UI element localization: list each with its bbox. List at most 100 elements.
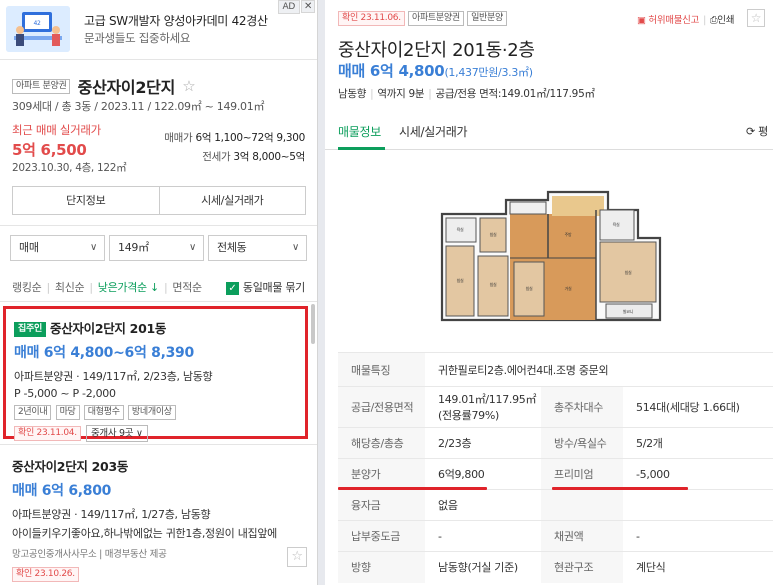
row-key: 총주차대수 — [541, 386, 623, 428]
sale-price-range: 매매가 6억 1,100~72억 9,300 — [164, 130, 305, 145]
listing-note: 아이들키우기좋아요,하나밖에없는 귀한1층,정원이 내집앞에 — [12, 527, 277, 540]
chevron-down-icon: ∨ — [291, 242, 299, 253]
svg-text:발코니: 발코니 — [623, 308, 634, 314]
row-key: 해당층/총층 — [338, 427, 425, 459]
favorite-star-icon[interactable]: ☆ — [747, 9, 765, 27]
trade-type-select[interactable]: 매매 ∨ — [10, 235, 105, 261]
listing-desc: 아파트분양권 · 149/117㎡, 2/23층, 남동향 — [14, 370, 213, 383]
ad-subtitle[interactable]: 문과생들도 집중하세요 — [84, 30, 190, 46]
broker-count-dropdown[interactable]: 중개사 9곳 ∨ — [85, 425, 148, 442]
table-row: 방향 남동향(거실 기준) 현관구조 계단식 — [338, 551, 773, 583]
table-row: 공급/전용면적 149.01㎡/117.95㎡(전용률79%) 총주차대수 514대(… — [338, 386, 773, 428]
print-button[interactable]: 인쇄 — [717, 15, 734, 26]
complex-price-button[interactable]: 시세/실거래가 — [158, 187, 306, 214]
complex-info: 309세대 / 총 3동 / 2023.11 / 122.09㎡ ~ 149.0… — [12, 100, 265, 113]
jeonse-range-label: 전세가 — [202, 151, 231, 163]
row-value: 149.01㎡/117.95㎡(전용률79%) — [425, 386, 541, 428]
same-listing-toggle[interactable]: ✓ 동일매물 묶기 — [225, 279, 305, 295]
svg-text:침실: 침실 — [457, 277, 464, 283]
area-unit-toggle[interactable]: ⟳ 평 — [746, 123, 768, 139]
complex-name[interactable]: 중산자이2단지 — [78, 78, 176, 97]
row-key: 융자금 — [338, 489, 425, 521]
highlight-underline — [338, 487, 487, 490]
listing-tags: 2년이내 마당 대형평수 방네개이상 — [14, 405, 297, 420]
listing-tag: 2년이내 — [14, 405, 52, 420]
type-tag: 아파트분양권 — [407, 11, 464, 26]
table-row: 매물특징 귀한필로티2층.에어컨4대.조명 중문외 — [338, 352, 773, 387]
complex-button-row: 단지정보 시세/실거래가 — [12, 186, 306, 215]
recent-trade-price: 5억 6,500 — [12, 141, 87, 159]
sort-area[interactable]: 면적순 — [172, 281, 202, 294]
table-row: 납부중도금 - 채권액 - — [338, 520, 773, 552]
table-row: 융자금 없음 — [338, 489, 773, 521]
sort-low-price[interactable]: 낮은가격순 ↓ — [98, 281, 160, 294]
sort-ranking[interactable]: 랭킹순 — [12, 281, 42, 294]
listing-desc: 아파트분양권 · 149/117㎡, 1/27층, 남동향 — [12, 508, 211, 521]
report-button[interactable]: 허위매물신고 — [648, 15, 699, 26]
row-value: -5,000 — [623, 458, 773, 490]
ad-image: 42 — [6, 6, 70, 52]
report-icon[interactable]: ▣ — [637, 15, 646, 26]
detail-info: 남동향 | 역까지 9분 | 공급/전용 면적:149.01㎡/117.95㎡ — [338, 88, 595, 100]
tab-listing-info[interactable]: 매물정보 — [338, 123, 381, 140]
detail-actions: ▣ 허위매물신고 | ⎙인쇄 — [637, 15, 735, 26]
refresh-icon: ⟳ — [746, 125, 755, 138]
detail-price-row: 매매 6억 4,800(1,437만원/3.3㎡) — [338, 60, 533, 81]
confirm-date-badge: 확인 23.11.04. — [14, 426, 81, 441]
row-key: 프리미엄 — [541, 458, 623, 490]
tab-price-history[interactable]: 시세/실거래가 — [399, 123, 467, 140]
row-key: 현관구조 — [541, 551, 623, 583]
svg-text:주방: 주방 — [565, 231, 572, 237]
broker-count-label: 중개사 9곳 — [90, 428, 134, 439]
sale-range-value: 6억 1,100~72억 9,300 — [195, 132, 305, 144]
area-select[interactable]: 149㎡ ∨ — [109, 235, 204, 261]
svg-text:욕실: 욕실 — [457, 226, 464, 232]
listing-tag: 마당 — [55, 405, 80, 420]
row-value: 5/2개 — [623, 427, 773, 459]
svg-text:거실: 거실 — [565, 285, 572, 291]
detail-price: 매매 6억 4,800 — [338, 62, 445, 80]
complex-header: 아파트 분양권 중산자이2단지 ☆ — [12, 74, 196, 98]
row-value: 514대(세대당 1.66대) — [623, 386, 773, 428]
ad-badge: AD — [277, 0, 300, 14]
sale-range-label: 매매가 — [164, 132, 193, 144]
scrollbar-thumb[interactable] — [311, 304, 315, 344]
dong-select[interactable]: 전체동 ∨ — [208, 235, 307, 261]
row-key — [541, 489, 623, 521]
complex-info-button[interactable]: 단지정보 — [13, 187, 159, 214]
row-key: 매물특징 — [338, 352, 425, 387]
floor-plan-image[interactable]: 침실 침실 침실 침실 침실 거실 주방 욕실 욕실 발코니 — [438, 186, 664, 326]
row-key: 납부중도금 — [338, 520, 425, 552]
svg-text:침실: 침실 — [490, 231, 497, 237]
confirm-date-badge: 확인 23.11.06. — [338, 11, 405, 26]
checkbox-checked-icon[interactable]: ✓ — [225, 281, 239, 295]
row-value: 계단식 — [623, 551, 773, 583]
row-value: 귀한필로티2층.에어컨4대.조명 중문외 — [425, 352, 773, 387]
ad-title[interactable]: 고급 SW개발자 양성아카데미 42경산 — [84, 12, 268, 29]
divider — [0, 301, 317, 302]
station-distance: 역까지 9분 — [377, 88, 425, 100]
listing-card[interactable]: 중산자이2단지 203동 매매 6억 6,800 아파트분양권 · 149/11… — [12, 456, 308, 582]
chevron-down-icon: ∨ — [135, 428, 143, 439]
row-value: 남동향(거실 기준) — [425, 551, 541, 583]
owner-badge: 집주인 — [14, 322, 46, 337]
row-key: 분양가 — [338, 458, 425, 490]
favorite-star-icon[interactable]: ☆ — [287, 547, 307, 567]
divider — [0, 225, 317, 226]
ad-close-icon[interactable]: ✕ — [301, 0, 315, 13]
left-panel: 42 고급 SW개발자 양성아카데미 42경산 문과생들도 집중하세요 AD ✕… — [0, 0, 318, 585]
row-value: - — [425, 520, 541, 552]
area-unit-label: 평 — [758, 125, 768, 138]
listing-price: 매매 6억 4,800~6억 8,390 — [14, 345, 194, 361]
svg-text:침실: 침실 — [625, 269, 632, 275]
row-value: 없음 — [425, 489, 541, 521]
listing-agency: 망고공인중개사사무소 | 매경부동산 제공 — [12, 549, 167, 560]
sort-latest[interactable]: 최신순 — [55, 281, 85, 294]
ad-banner[interactable]: 42 고급 SW개발자 양성아카데미 42경산 문과생들도 집중하세요 AD ✕ — [0, 0, 317, 60]
listing-detail-table: 매물특징 귀한필로티2층.에어컨4대.조명 중문외 공급/전용면적 149.01㎡/… — [338, 352, 773, 583]
row-value: 6억9,800 — [425, 458, 541, 490]
recent-trade-label: 최근 매매 실거래가 — [12, 123, 101, 137]
favorite-star-icon[interactable]: ☆ — [182, 77, 195, 95]
panel-gap — [318, 0, 325, 585]
listing-card-selected[interactable]: 집주인 중산자이2단지 201동 매매 6억 4,800~6억 8,390 아파… — [3, 306, 308, 442]
